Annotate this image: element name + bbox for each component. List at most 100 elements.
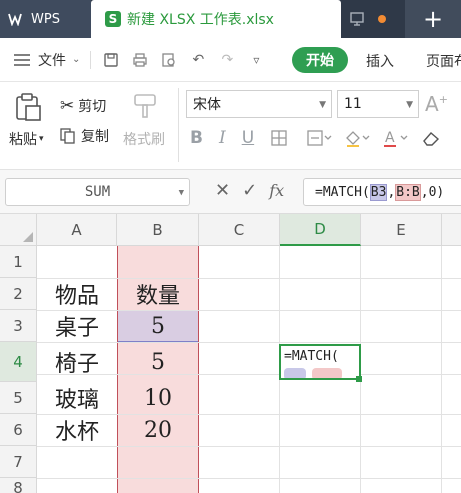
- paste-label: 粘贴: [9, 132, 37, 148]
- tab-start[interactable]: 开始: [292, 47, 348, 73]
- wps-logo-icon: [8, 13, 22, 26]
- cell-a6[interactable]: 水杯: [37, 414, 117, 446]
- notification-dot-icon[interactable]: [378, 15, 386, 23]
- formula-suffix: ,0): [420, 184, 445, 200]
- column-header-d[interactable]: D: [280, 214, 361, 246]
- paste-icon[interactable]: [13, 92, 43, 122]
- font-grow-plus-icon: +: [438, 92, 448, 106]
- copy-button[interactable]: 复制: [60, 126, 109, 146]
- row-header-7[interactable]: 7: [0, 446, 37, 478]
- font-size-select[interactable]: 11 ▼: [337, 90, 419, 118]
- row-header-1[interactable]: 1: [0, 246, 37, 278]
- redo-icon[interactable]: ↷: [217, 50, 237, 70]
- font-color-icon[interactable]: A: [382, 129, 408, 147]
- italic-button[interactable]: I: [219, 128, 226, 148]
- name-box-value: SUM: [84, 184, 111, 200]
- title-tab-bar: WPS S 新建 XLSX 工作表.xlsx +: [0, 0, 461, 38]
- cancel-icon[interactable]: ✕: [215, 180, 230, 201]
- cell-a5[interactable]: 玻璃: [37, 382, 117, 414]
- select-all-corner[interactable]: [0, 214, 37, 246]
- print-icon[interactable]: [130, 50, 150, 70]
- cell-d4-editor[interactable]: =MATCH(: [279, 344, 361, 380]
- spreadsheet-grid[interactable]: A B C D E 1 2 3 4 5 6 7 8 物品 数量 桌子 5 椅子 …: [0, 214, 461, 493]
- cell-a2[interactable]: 物品: [37, 278, 117, 310]
- row-header-6[interactable]: 6: [0, 414, 37, 446]
- cut-button[interactable]: ✂ 剪切: [60, 96, 106, 116]
- name-box[interactable]: SUM ▼: [5, 178, 190, 206]
- fill-handle[interactable]: [356, 376, 362, 382]
- ribbon-divider: [178, 88, 179, 162]
- column-header-e[interactable]: E: [361, 214, 442, 246]
- formula-prefix: =MATCH(: [315, 184, 370, 200]
- formula-input[interactable]: =MATCH(B3, B:B ,0): [303, 178, 461, 206]
- formula-hint-chips: [284, 368, 342, 378]
- fill-color-icon[interactable]: [344, 129, 370, 147]
- cell-b5[interactable]: 10: [118, 382, 198, 414]
- ribbon-toolbar: 粘贴 ▾ ✂ 剪切 复制 格式刷 宋体 ▼ 11 ▼ A + B I U A: [0, 82, 461, 170]
- spreadsheet-icon: S: [105, 11, 121, 27]
- underline-button[interactable]: U: [242, 128, 254, 148]
- chevron-down-icon: ▼: [406, 100, 413, 110]
- new-tab-button[interactable]: +: [405, 0, 461, 38]
- print-preview-icon[interactable]: [159, 50, 179, 70]
- cell-b4[interactable]: 5: [118, 342, 198, 382]
- cut-label: 剪切: [78, 99, 107, 115]
- row-gridline: [37, 478, 461, 479]
- scissors-icon: ✂: [60, 96, 75, 116]
- wps-window: WPS S 新建 XLSX 工作表.xlsx + 文件 ⌄ ↶ ↷ ▿ 开始 插…: [0, 0, 461, 493]
- row-header-8[interactable]: 8: [0, 478, 37, 493]
- monitor-icon[interactable]: [349, 11, 365, 27]
- format-toolbar-row: B I U A: [190, 124, 442, 152]
- merge-center-icon[interactable]: [306, 129, 332, 147]
- confirm-icon[interactable]: ✓: [242, 180, 257, 201]
- format-painter-label: 格式刷: [123, 132, 165, 148]
- font-name-select[interactable]: 宋体 ▼: [186, 90, 332, 118]
- cell-b2[interactable]: 数量: [118, 278, 198, 310]
- undo-icon[interactable]: ↶: [188, 50, 208, 70]
- row-header-4[interactable]: 4: [0, 342, 37, 382]
- chevron-down-icon: ▼: [178, 188, 184, 198]
- hamburger-icon: [14, 53, 30, 66]
- formula-bar: SUM ▼ ✕ ✓ fx =MATCH(B3, B:B ,0): [0, 170, 461, 214]
- bold-button[interactable]: B: [190, 128, 203, 148]
- file-menu[interactable]: 文件 ⌄: [14, 50, 80, 70]
- chevron-down-icon: ⌄: [72, 54, 81, 65]
- cell-a3[interactable]: 桌子: [37, 310, 117, 342]
- cell-b6[interactable]: 20: [118, 414, 198, 446]
- insert-function-button[interactable]: fx: [269, 181, 284, 200]
- file-menu-label: 文件: [38, 52, 66, 69]
- copy-label: 复制: [81, 129, 109, 145]
- format-painter-icon[interactable]: [131, 92, 159, 120]
- ref-chip-bb: [312, 368, 342, 378]
- column-header-c[interactable]: C: [199, 214, 280, 246]
- column-gridline: [441, 246, 442, 493]
- tab-insert[interactable]: 插入: [366, 51, 394, 71]
- column-header-a[interactable]: A: [37, 214, 117, 246]
- tab-page-layout[interactable]: 页面布: [426, 51, 461, 71]
- cell-b3[interactable]: 5: [118, 310, 198, 342]
- formula-ref-b3: B3: [369, 183, 388, 201]
- column-header-f[interactable]: [442, 214, 461, 246]
- document-tab-title: 新建 XLSX 工作表.xlsx: [127, 12, 274, 28]
- paste-button[interactable]: 粘贴 ▾: [9, 129, 44, 149]
- row-header-3[interactable]: 3: [0, 310, 37, 342]
- paste-dropdown-icon: ▾: [39, 134, 44, 144]
- font-size-value: 11: [344, 96, 362, 112]
- cell-a4[interactable]: 椅子: [37, 342, 117, 382]
- border-icon[interactable]: [270, 129, 290, 147]
- chevron-down-icon: ▼: [319, 100, 326, 110]
- font-grow-button[interactable]: A +: [425, 92, 448, 116]
- row-gridline: [37, 446, 461, 447]
- save-icon[interactable]: [101, 50, 121, 70]
- column-header-b[interactable]: B: [117, 214, 199, 246]
- svg-text:A: A: [385, 130, 395, 146]
- eraser-icon[interactable]: [420, 129, 442, 147]
- row-header-2[interactable]: 2: [0, 278, 37, 310]
- document-tab[interactable]: S 新建 XLSX 工作表.xlsx: [91, 0, 341, 38]
- row-header-5[interactable]: 5: [0, 382, 37, 414]
- formula-ref-bb: B:B: [395, 183, 421, 201]
- quick-access-dropdown-icon[interactable]: ▿: [246, 50, 266, 70]
- menu-bar: 文件 ⌄ ↶ ↷ ▿ 开始 插入 页面布: [0, 38, 461, 82]
- format-painter-button[interactable]: 格式刷: [123, 129, 165, 149]
- wps-home-tab[interactable]: WPS: [0, 0, 91, 38]
